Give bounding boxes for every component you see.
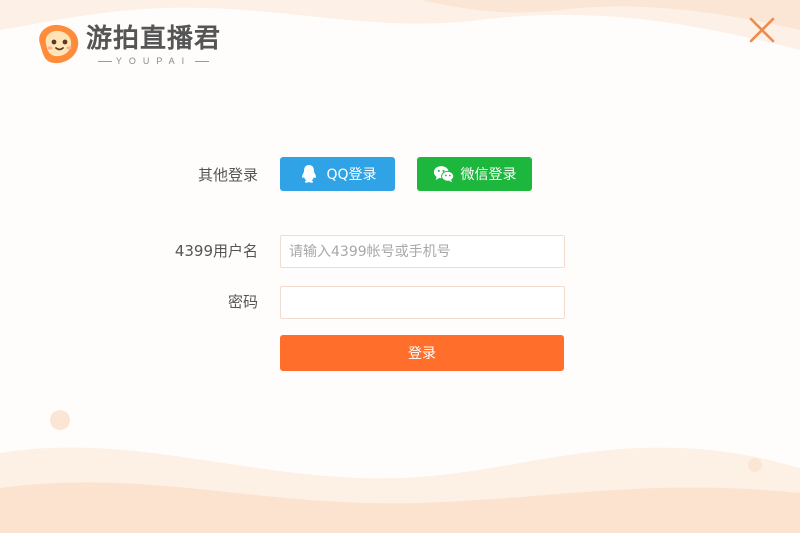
- brand-name: 游拍直播君: [86, 24, 222, 54]
- qq-login-button[interactable]: QQ登录: [280, 157, 395, 191]
- brand-subtitle-text: YOUPAI: [115, 56, 192, 66]
- wechat-login-button[interactable]: 微信登录: [417, 157, 532, 191]
- mascot-icon: [39, 24, 79, 64]
- login-button[interactable]: 登录: [280, 335, 564, 371]
- decor-dot: [748, 458, 762, 472]
- close-x-icon: [749, 17, 775, 43]
- wechat-icon: [433, 163, 455, 185]
- username-label: 4399用户名: [174, 242, 258, 260]
- wechat-login-label: 微信登录: [460, 167, 517, 183]
- password-input[interactable]: [280, 286, 565, 319]
- qq-login-label: QQ登录: [326, 167, 377, 183]
- close-button[interactable]: [746, 14, 778, 46]
- username-input[interactable]: [280, 235, 565, 268]
- qq-penguin-icon: [298, 163, 320, 185]
- decor-dot: [50, 410, 70, 430]
- password-label: 密码: [227, 293, 258, 311]
- other-login-label: 其他登录: [197, 166, 258, 184]
- brand-logo: 游拍直播君 YOUPAI: [34, 22, 221, 68]
- login-window: 游拍直播君 YOUPAI 其他登录 QQ登录 微信登录 4399用户名 请输入4…: [0, 0, 800, 533]
- bottom-wave-decoration: [0, 447, 800, 533]
- brand-subtitle: YOUPAI: [94, 56, 213, 66]
